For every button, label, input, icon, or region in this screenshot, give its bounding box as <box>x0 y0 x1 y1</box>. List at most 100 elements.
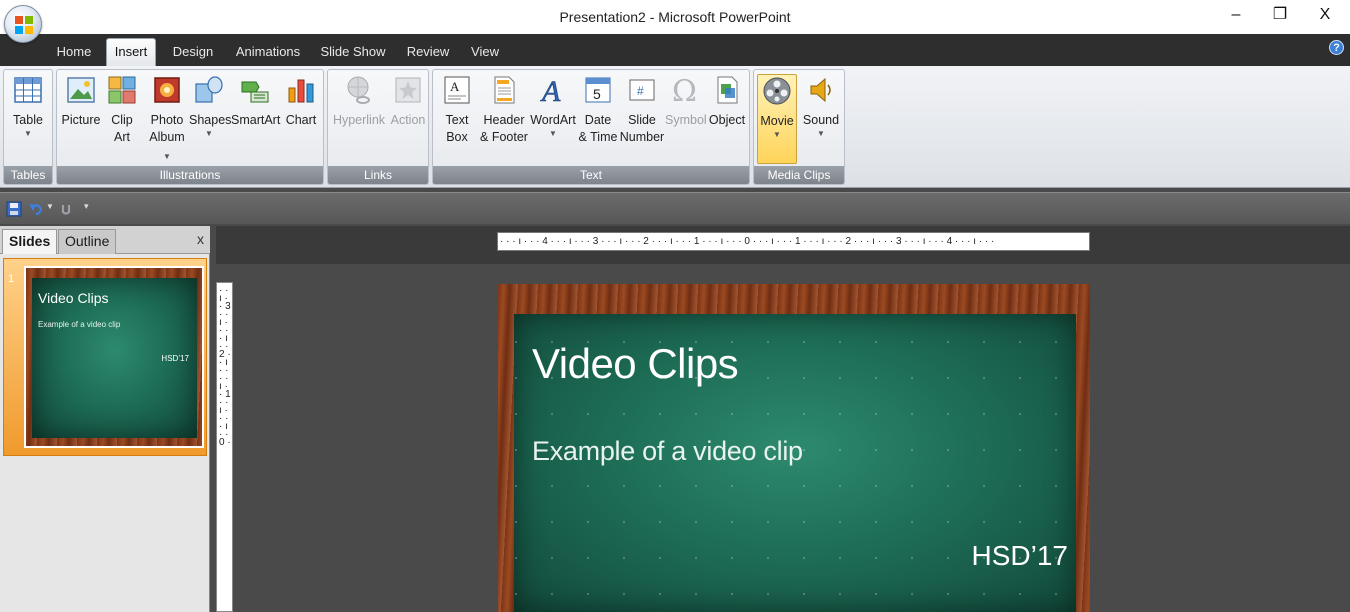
tab-slide-show[interactable]: Slide Show <box>318 42 388 66</box>
svg-text:A: A <box>450 79 460 94</box>
photo-album-label-2: Album <box>149 130 185 144</box>
chevron-down-icon: ▼ <box>24 129 32 138</box>
object-button[interactable]: Object <box>707 74 747 164</box>
table-label: Table <box>13 113 43 127</box>
save-icon[interactable] <box>6 201 22 217</box>
svg-text:A: A <box>540 75 561 106</box>
tab-animations[interactable]: Animations <box>232 42 304 66</box>
svg-text:#: # <box>637 84 644 98</box>
close-button[interactable]: X <box>1311 4 1339 26</box>
thumbnail-board: Video Clips Example of a video clip HSD’… <box>32 278 197 438</box>
chart-label: Chart <box>285 113 317 127</box>
text-box-button[interactable]: A Text Box <box>437 74 477 164</box>
shapes-button[interactable]: Shapes ▼ <box>189 74 232 164</box>
date-time-label-2: & Time <box>578 130 618 144</box>
tab-home[interactable]: Home <box>52 42 96 66</box>
table-icon <box>14 77 42 103</box>
speaker-icon <box>810 77 831 103</box>
smartart-button[interactable]: SmartArt <box>231 74 280 164</box>
tab-review[interactable]: Review <box>402 42 454 66</box>
text-box-icon: A <box>444 76 470 104</box>
photo-album-label-1: Photo <box>150 113 184 127</box>
close-pane-icon[interactable]: x <box>197 231 204 247</box>
chevron-down-icon: ▼ <box>549 129 557 138</box>
sound-button[interactable]: Sound ▼ <box>800 74 842 164</box>
help-icon[interactable]: ? <box>1329 40 1344 55</box>
slide-number-icon: # <box>629 79 655 101</box>
pane-tabs: Slides Outline x <box>0 226 210 254</box>
svg-text:Ω: Ω <box>672 74 697 106</box>
tab-insert[interactable]: Insert <box>106 38 156 66</box>
minimize-button[interactable]: – <box>1222 4 1250 26</box>
action-button[interactable]: Action <box>388 74 428 164</box>
slides-pane: Slides Outline x 1 Video Clips Example o… <box>0 226 210 612</box>
slide-number-button[interactable]: # Slide Number <box>619 74 665 164</box>
chart-icon <box>288 79 314 103</box>
globe-link-icon <box>347 76 370 104</box>
text-box-label-2: Box <box>446 130 468 144</box>
group-tables: Table ▼ Tables <box>3 69 53 185</box>
tab-view[interactable]: View <box>466 42 504 66</box>
undo-icon[interactable] <box>28 201 44 217</box>
photo-album-button[interactable]: Photo Album ▼ <box>145 74 189 164</box>
svg-text:5: 5 <box>593 86 601 102</box>
shapes-icon <box>195 76 223 103</box>
picture-button[interactable]: Picture <box>60 74 102 164</box>
symbol-button[interactable]: Ω Symbol <box>665 74 707 164</box>
hyperlink-label: Hyperlink <box>332 113 386 127</box>
tab-design[interactable]: Design <box>168 42 218 66</box>
movie-button[interactable]: Movie ▼ <box>757 74 797 164</box>
date-time-button[interactable]: 5 Date & Time <box>577 74 619 164</box>
ribbon-tab-row: Home Insert Design Animations Slide Show… <box>0 34 1350 66</box>
slide-tag[interactable]: HSD’17 <box>972 540 1068 572</box>
table-button[interactable]: Table ▼ <box>6 74 50 164</box>
slide-thumbnail-row[interactable]: 1 Video Clips Example of a video clip HS… <box>3 258 207 456</box>
thumbnail-title: Video Clips <box>38 290 109 306</box>
slide-subtitle[interactable]: Example of a video clip <box>532 436 803 467</box>
customize-toolbar-icon[interactable]: ▾ <box>84 201 89 212</box>
chart-button[interactable]: Chart <box>281 74 321 164</box>
shapes-label: Shapes <box>189 113 232 127</box>
wordart-icon: A <box>540 75 562 106</box>
movie-label: Movie <box>760 114 794 128</box>
action-label: Action <box>390 113 426 127</box>
tab-outline[interactable]: Outline <box>58 229 117 254</box>
film-reel-icon <box>763 77 791 105</box>
chevron-down-icon: ▼ <box>163 152 171 161</box>
object-label: Object <box>708 113 746 127</box>
object-icon <box>717 76 738 104</box>
slide-number-label-1: Slide <box>628 113 656 127</box>
ribbon: Table ▼ Tables Picture Clip Art Photo Al… <box>0 66 1350 188</box>
office-button[interactable] <box>4 5 42 43</box>
group-label-tables: Tables <box>4 166 52 184</box>
redo-icon[interactable] <box>58 201 74 217</box>
header-footer-button[interactable]: Header & Footer <box>479 74 529 164</box>
window-title: Presentation2 - Microsoft PowerPoint <box>559 9 791 25</box>
hyperlink-button[interactable]: Hyperlink <box>331 74 387 164</box>
tab-slides[interactable]: Slides <box>2 229 58 254</box>
header-footer-label-2: & Footer <box>480 130 528 144</box>
thumbnail-subtitle: Example of a video clip <box>38 320 121 329</box>
group-links: Hyperlink Action Links <box>327 69 429 185</box>
group-label-media-clips: Media Clips <box>754 166 844 184</box>
group-text: A Text Box Header & Footer A WordArt ▼ 5… <box>432 69 750 185</box>
restore-button[interactable]: ❐ <box>1266 4 1294 26</box>
group-label-text: Text <box>433 166 749 184</box>
undo-dropdown-icon[interactable]: ▼ <box>46 202 54 211</box>
wordart-label: WordArt <box>530 113 576 127</box>
title-bar: Presentation2 - Microsoft PowerPoint – ❐… <box>0 0 1350 34</box>
vertical-ruler: · · ı · · 3 · · ı · · · · ı · · 2 · · ı … <box>216 282 233 612</box>
group-media-clips: Movie ▼ Sound ▼ Media Clips <box>753 69 845 185</box>
wordart-button[interactable]: A WordArt ▼ <box>529 74 577 164</box>
vertical-ruler-ticks: · · ı · · 3 · · ı · · · · ı · · 2 · · ı … <box>219 287 231 448</box>
main-slide[interactable]: Video Clips Example of a video clip HSD’… <box>498 284 1090 612</box>
symbol-label: Symbol <box>665 113 707 127</box>
slide-thumbnail[interactable]: Video Clips Example of a video clip HSD’… <box>24 266 204 448</box>
slide-title[interactable]: Video Clips <box>532 340 739 388</box>
group-label-links: Links <box>328 166 428 184</box>
picture-icon <box>67 77 95 103</box>
office-logo-icon <box>15 16 33 34</box>
omega-icon: Ω <box>672 74 697 106</box>
smartart-icon <box>241 81 269 103</box>
clip-art-button[interactable]: Clip Art <box>105 74 139 164</box>
